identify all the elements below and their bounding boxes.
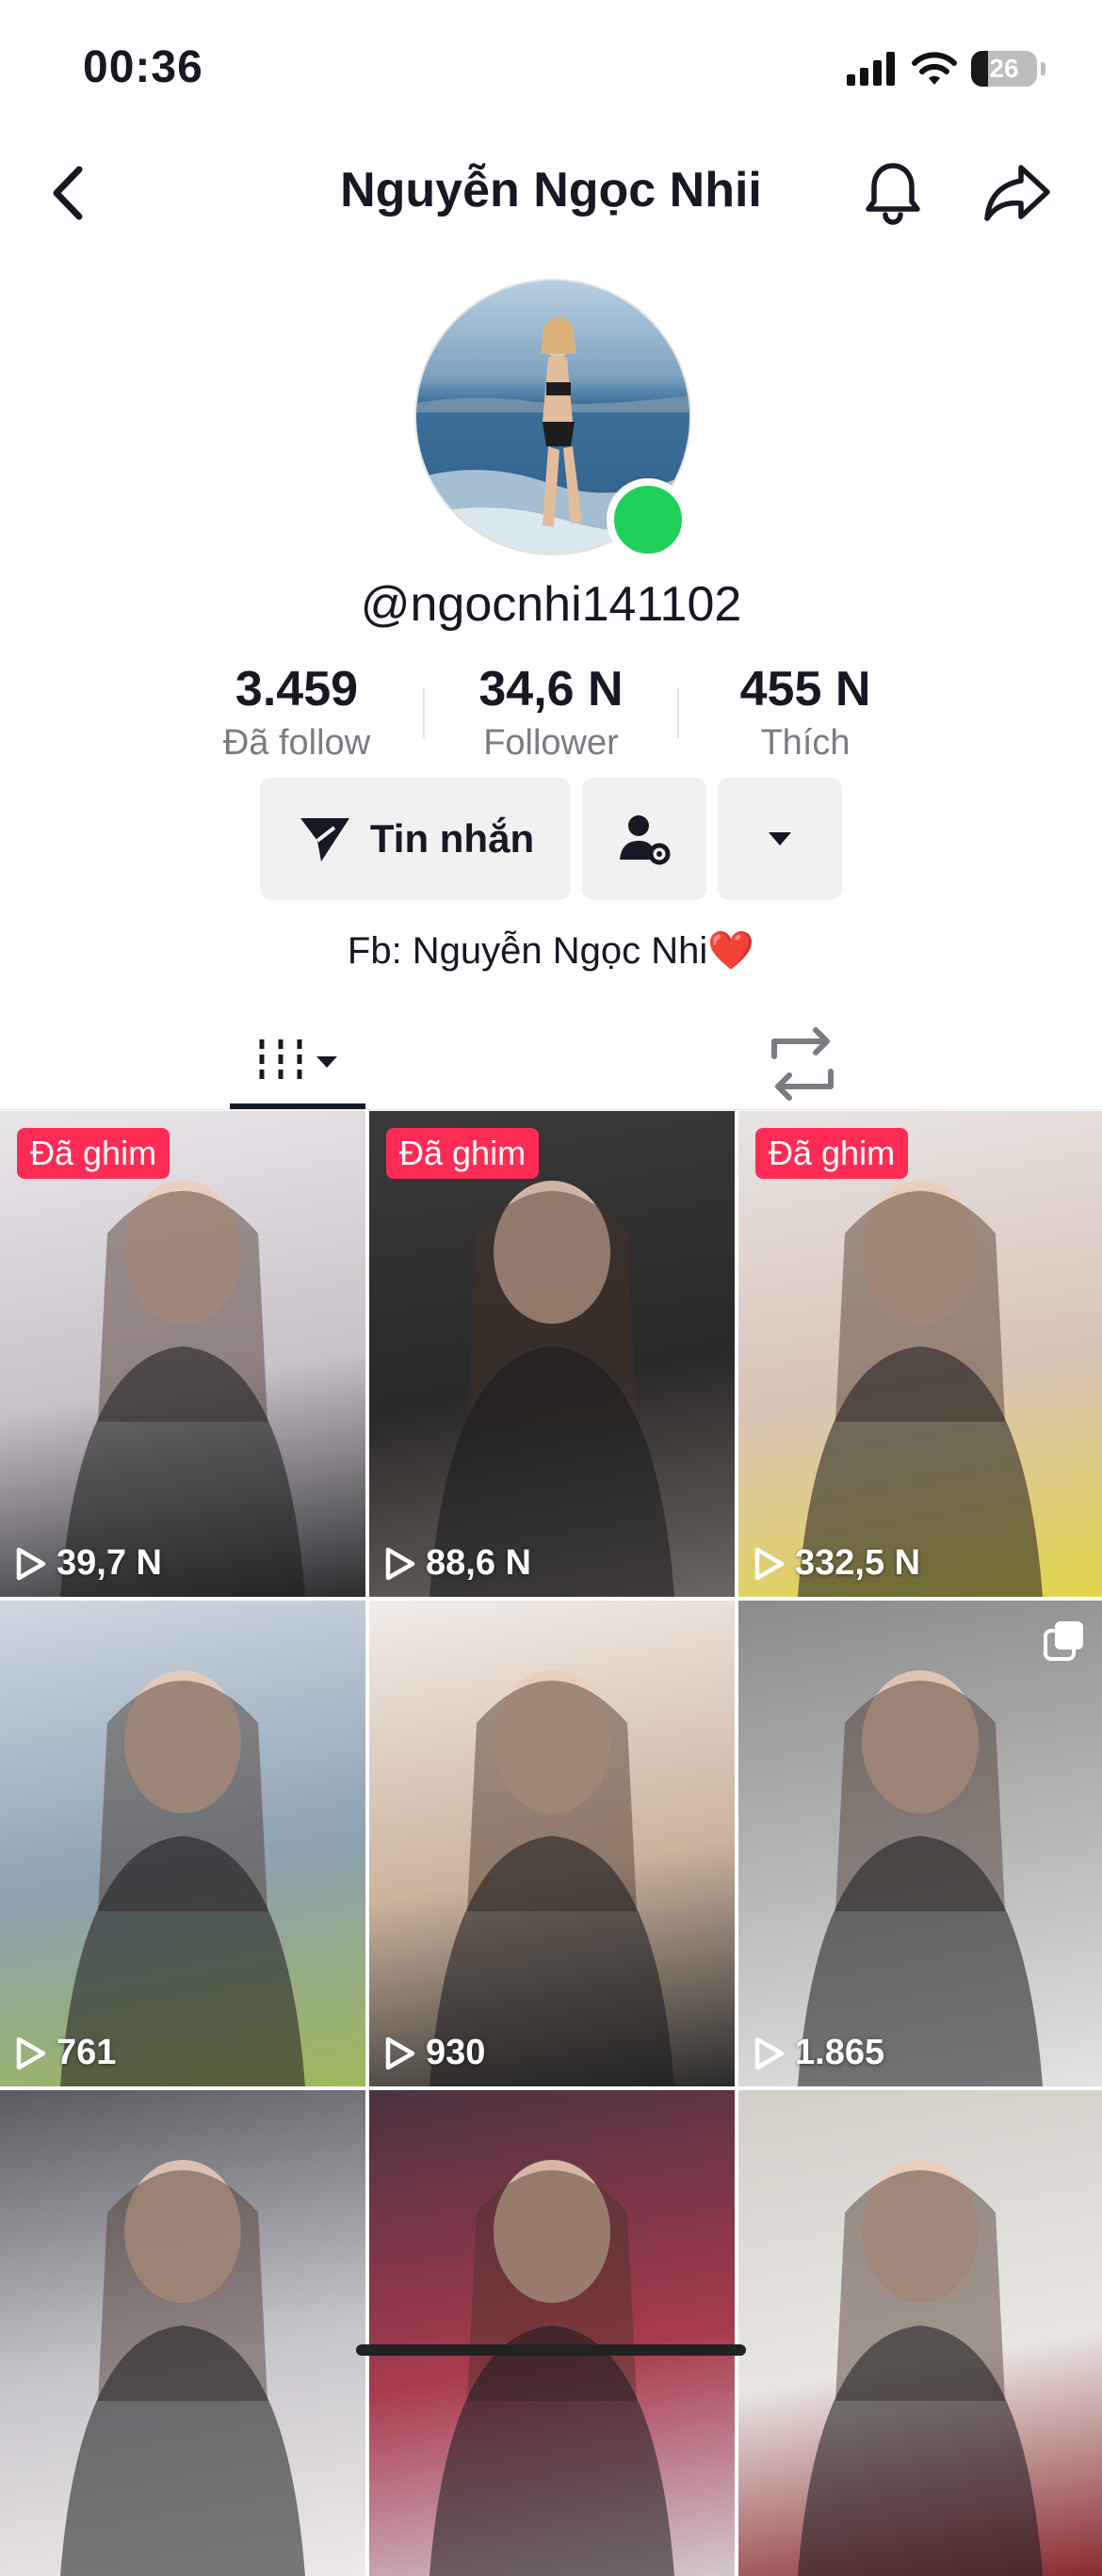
pinned-badge: Đã ghim (755, 1128, 909, 1179)
thumbnail-image (798, 2160, 1043, 2576)
view-count-label: 332,5 N (795, 1543, 921, 1583)
pinned-badge: Đã ghim (386, 1128, 540, 1179)
stat-value: 455 N (739, 662, 871, 716)
video-thumbnail[interactable]: Đã ghim 332,5 N (738, 1111, 1102, 1597)
page-title: Nguyễn Ngọc Nhii (340, 163, 762, 217)
message-button[interactable]: Tin nhắn (260, 778, 571, 900)
pinned-badge: Đã ghim (17, 1128, 170, 1179)
back-icon[interactable] (41, 160, 98, 226)
view-count: 39,7 N (15, 1543, 162, 1584)
video-thumbnail[interactable] (369, 2090, 735, 2576)
username: @ngocnhi141102 (360, 577, 742, 632)
play-icon (385, 1547, 415, 1580)
bell-icon[interactable] (859, 158, 927, 226)
thumbnail-image (798, 1670, 1043, 2086)
stat-label: Thích (760, 723, 851, 763)
wifi-icon (912, 52, 957, 85)
stat-followers[interactable]: 34,6 N Follower (429, 661, 673, 764)
thumbnail-image (60, 1181, 305, 1597)
videos-grid-icon (259, 1039, 302, 1085)
video-thumbnail[interactable]: 1.865 (738, 1601, 1102, 2086)
status-time: 00:36 (83, 42, 203, 92)
video-thumbnail[interactable]: 930 (369, 1601, 735, 2086)
send-icon (300, 818, 349, 861)
status-icons: 26 (847, 45, 1045, 92)
thumbnail-image (429, 2160, 674, 2576)
video-thumbnail[interactable]: 761 (0, 1601, 365, 2086)
share-icon[interactable] (980, 158, 1055, 226)
view-count: 1.865 (754, 2033, 884, 2073)
stat-divider (677, 686, 679, 738)
repost-icon[interactable] (754, 1019, 851, 1109)
stat-value: 3.459 (235, 662, 359, 716)
play-icon (16, 1547, 46, 1580)
thumbnail-image (60, 1670, 305, 2086)
online-status-dot (607, 478, 689, 561)
play-icon (385, 2037, 415, 2069)
view-count-label: 88,6 N (426, 1543, 531, 1583)
stat-following[interactable]: 3.459 Đã follow (174, 661, 419, 764)
chevron-down-icon (316, 1056, 337, 1068)
stat-likes[interactable]: 455 N Thích (683, 661, 928, 764)
view-count-label: 39,7 N (57, 1543, 162, 1583)
play-icon (754, 1547, 785, 1580)
multi-photo-icon (1044, 1621, 1083, 1661)
view-count-label: 761 (57, 2033, 117, 2072)
tabs-divider (0, 1109, 1102, 1110)
caret-down-icon (769, 832, 791, 845)
play-icon (16, 2037, 46, 2069)
user-settings-icon (620, 815, 671, 865)
video-thumbnail[interactable]: Đã ghim 88,6 N (369, 1111, 735, 1597)
video-thumbnail[interactable] (738, 2090, 1102, 2576)
video-thumbnail[interactable] (0, 2090, 365, 2576)
view-count: 761 (15, 2033, 116, 2073)
friend-settings-button[interactable] (582, 778, 706, 900)
view-count-label: 930 (426, 2033, 486, 2072)
stat-label: Follower (483, 723, 619, 763)
thumbnail-image (60, 2160, 305, 2576)
thumbnail-image (429, 1670, 674, 2086)
play-icon (754, 2037, 785, 2069)
view-count: 88,6 N (384, 1543, 531, 1584)
view-count-label: 1.865 (795, 2033, 885, 2072)
profile-stats: 3.459 Đã follow 34,6 N Follower 455 N Th… (174, 661, 928, 764)
stat-value: 34,6 N (478, 662, 624, 716)
profile-bio: Fb: Nguyễn Ngọc Nhi❤️ (347, 930, 755, 972)
cellular-signal-icon (847, 52, 895, 86)
more-options-button[interactable] (718, 778, 842, 900)
battery-icon: 26 (971, 51, 1037, 87)
thumbnail-image (429, 1181, 674, 1597)
view-count: 930 (384, 2033, 485, 2073)
stat-divider (423, 686, 425, 738)
tab-videos[interactable] (230, 1017, 365, 1107)
video-thumbnail[interactable]: Đã ghim 39,7 N (0, 1111, 365, 1597)
home-indicator (356, 2344, 746, 2356)
battery-level: 26 (989, 54, 1019, 83)
stat-label: Đã follow (222, 723, 371, 763)
message-button-label: Tin nhắn (369, 816, 535, 861)
view-count: 332,5 N (754, 1543, 920, 1584)
thumbnail-image (798, 1181, 1043, 1597)
